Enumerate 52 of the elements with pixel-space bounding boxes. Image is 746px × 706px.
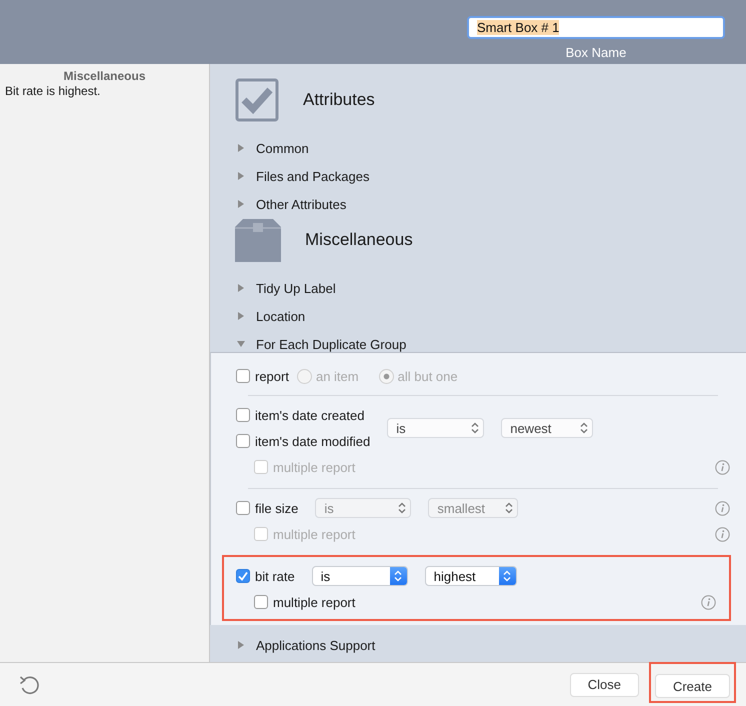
checkbox-label: multiple report: [273, 526, 356, 542]
footer-button[interactable]: Create: [654, 674, 730, 698]
checkbox[interactable]: [236, 369, 250, 383]
checkbox[interactable]: [236, 408, 250, 422]
popup-button[interactable]: newest: [501, 418, 594, 438]
sidebar-description: Bit rate is highest.: [4, 84, 102, 98]
disclosure-item[interactable]: Common: [256, 140, 309, 156]
name-label: Box Name: [566, 45, 626, 60]
collapsed-triangle-icon[interactable]: [236, 640, 246, 650]
popup-button[interactable]: is: [312, 566, 408, 586]
section-title: Miscellaneous: [305, 230, 413, 250]
checkmark-icon: [235, 78, 279, 122]
disclosure-item[interactable]: For Each Duplicate Group: [256, 336, 406, 352]
disclosure-item[interactable]: Files and Packages: [256, 168, 370, 184]
checkbox[interactable]: [254, 595, 268, 609]
collapsed-triangle-icon[interactable]: [236, 171, 246, 181]
collapsed-triangle-icon[interactable]: [236, 283, 246, 293]
checkbox-label: multiple report: [273, 460, 356, 474]
box-icon: [235, 218, 281, 262]
checkbox-label: file size: [255, 500, 298, 516]
stepper-arrows-icon: [470, 422, 479, 434]
stepper-arrows-icon: [503, 570, 512, 582]
check-icon: [237, 570, 249, 582]
revert-icon: [18, 674, 40, 696]
checkbox-label: bit rate: [255, 568, 295, 584]
radio-label: an item: [316, 368, 359, 384]
stepper-arrows-icon: [394, 570, 402, 582]
section-title: Attributes: [303, 90, 375, 110]
disclosure-item[interactable]: Other Attributes: [256, 196, 346, 212]
stepper-arrows-icon: [504, 502, 513, 514]
checkbox[interactable]: [236, 569, 250, 583]
checkbox-label: report: [255, 368, 289, 384]
checkbox[interactable]: [236, 501, 250, 515]
collapsed-triangle-icon[interactable]: [236, 199, 246, 209]
stepper-arrows-icon: [580, 422, 588, 434]
stepper-arrows-icon: [398, 502, 406, 514]
popup-button[interactable]: is: [387, 418, 484, 438]
collapsed-triangle-icon[interactable]: [236, 311, 246, 321]
checkbox-label: multiple report: [273, 594, 356, 610]
sidebar-title: Miscellaneous: [63, 69, 146, 83]
checkbox-label: item's date modified: [255, 434, 370, 448]
radio-label: all but one: [398, 368, 458, 384]
disclosure-item[interactable]: Applications Support: [256, 638, 376, 652]
checkbox[interactable]: [236, 434, 250, 448]
expanded-triangle-icon[interactable]: [236, 339, 246, 349]
footer-button[interactable]: Close: [570, 672, 639, 696]
checkbox-label: item's date created: [255, 408, 364, 422]
popup-button[interactable]: highest: [424, 566, 517, 586]
name-field[interactable]: Smart Box # 1: [467, 16, 725, 39]
collapsed-triangle-icon[interactable]: [236, 143, 246, 153]
disclosure-item[interactable]: Tidy Up Label: [256, 280, 336, 296]
disclosure-item[interactable]: Location: [256, 308, 306, 324]
